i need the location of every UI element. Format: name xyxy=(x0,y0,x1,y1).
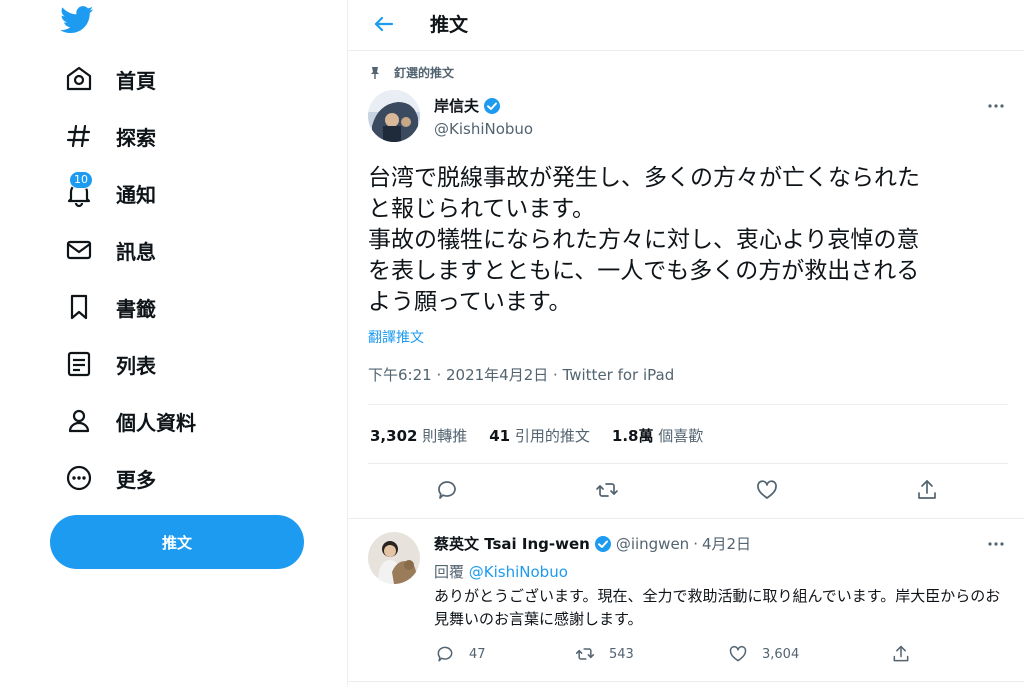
nav-label-lists: 列表 xyxy=(116,353,156,378)
nav-label-bookmarks: 書籤 xyxy=(116,296,156,321)
retweet-icon[interactable] xyxy=(595,478,619,502)
nav-label-messages: 訊息 xyxy=(116,239,156,264)
divider xyxy=(348,518,1024,519)
author-handle[interactable]: @KishiNobuo xyxy=(434,120,533,138)
reply-icon[interactable] xyxy=(435,478,459,502)
likes-label: 個喜歡 xyxy=(658,427,704,445)
replying-to: 回覆 @KishiNobuo xyxy=(434,561,568,582)
reply-icon xyxy=(437,646,453,662)
page-title: 推文 xyxy=(430,14,469,36)
person-icon xyxy=(64,406,94,436)
reply-author-handle[interactable]: @iingwen xyxy=(616,535,689,553)
translate-tweet-link[interactable]: 翻譯推文 xyxy=(368,327,424,347)
divider xyxy=(368,404,1008,405)
reply-share-button[interactable] xyxy=(891,644,911,664)
reply-retweets-count: 543 xyxy=(609,646,634,662)
page-header: 推文 xyxy=(348,0,1024,51)
pinned-label: 釘選的推文 xyxy=(394,66,455,80)
more-options-icon[interactable] xyxy=(985,95,1007,117)
list-icon xyxy=(64,349,94,379)
nav-item-more[interactable]: 更多 xyxy=(52,456,156,500)
nav-label-more: 更多 xyxy=(116,467,156,492)
pin-icon xyxy=(368,66,382,80)
notification-badge: 10 xyxy=(69,171,93,189)
verified-badge-icon xyxy=(594,535,612,553)
tweet-source-link[interactable]: Twitter for iPad xyxy=(563,366,675,384)
verified-badge-icon xyxy=(483,97,501,115)
nav-label-home: 首頁 xyxy=(116,68,156,93)
nav-label-profile: 個人資料 xyxy=(116,410,196,435)
likes-stat[interactable]: 1.8萬 個喜歡 xyxy=(612,425,703,446)
replying-to-handle[interactable]: @KishiNobuo xyxy=(469,563,568,581)
retweets-count: 3,302 xyxy=(370,427,418,445)
quotes-label: 引用的推文 xyxy=(514,427,590,445)
quotes-stat[interactable]: 41 引用的推文 xyxy=(489,425,590,446)
envelope-icon xyxy=(64,235,94,265)
replying-to-prefix: 回覆 xyxy=(434,563,469,581)
reply-reply-button[interactable]: 47 xyxy=(435,644,486,664)
reply-author-name[interactable]: 蔡英文 Tsai Ing-wen xyxy=(434,533,590,554)
compose-tweet-button[interactable]: 推文 xyxy=(50,515,304,569)
more-options-icon[interactable] xyxy=(985,533,1007,555)
share-icon xyxy=(893,645,909,662)
divider xyxy=(368,463,1008,464)
author-avatar[interactable] xyxy=(368,90,420,142)
tweet-text: 台湾で脱線事故が発生し、多くの方々が亡くなられた と報じられています。 事故の犠… xyxy=(368,165,920,315)
tweet-timestamp: 下午6:21 · 2021年4月2日 · Twitter for iPad xyxy=(368,364,674,385)
tweet-stats: 3,302 則轉推 41 引用的推文 1.8萬 個喜歡 xyxy=(370,425,725,446)
home-icon xyxy=(64,64,94,94)
like-heart-icon[interactable] xyxy=(755,478,779,502)
quotes-count: 41 xyxy=(489,427,511,445)
reply-replies-count: 47 xyxy=(469,646,486,662)
nav-label-notifications: 通知 xyxy=(116,182,156,207)
nav-item-home[interactable]: 首頁 xyxy=(52,57,156,101)
nav-item-bookmarks[interactable]: 書籤 xyxy=(52,285,156,329)
timestamp-text[interactable]: 下午6:21 · 2021年4月2日 · xyxy=(368,366,563,384)
separator-dot: · xyxy=(693,534,698,553)
back-arrow-icon[interactable] xyxy=(370,10,398,38)
nav-item-notifications[interactable]: 10 通知 xyxy=(52,171,156,215)
like-heart-icon xyxy=(729,645,747,662)
retweet-icon xyxy=(575,648,595,660)
retweets-label: 則轉推 xyxy=(422,427,468,445)
reply-name-row: 蔡英文 Tsai Ing-wen @iingwen · 4月2日 xyxy=(434,533,751,554)
bell-icon: 10 xyxy=(64,171,94,208)
nav-item-lists[interactable]: 列表 xyxy=(52,342,156,386)
nav-item-profile[interactable]: 個人資料 xyxy=(52,399,196,443)
more-circle-icon xyxy=(64,463,94,493)
reply-author-avatar[interactable] xyxy=(368,532,420,584)
author-name[interactable]: 岸信夫 xyxy=(434,95,479,116)
nav-item-messages[interactable]: 訊息 xyxy=(52,228,156,272)
nav-label-explore: 探索 xyxy=(116,125,156,150)
twitter-logo-icon[interactable] xyxy=(60,6,94,34)
retweets-stat[interactable]: 3,302 則轉推 xyxy=(370,425,467,446)
sidebar-nav: 首頁 探索 10 通知 訊息 書籤 列表 個人資料 更多 推文 xyxy=(0,0,348,686)
hashtag-icon xyxy=(64,121,94,151)
divider xyxy=(348,681,1024,682)
main-column: 推文 釘選的推文 岸信夫 @KishiNobuo 台湾で脱線事故が発生し、多くの… xyxy=(347,0,1024,686)
nav-item-explore[interactable]: 探索 xyxy=(52,114,156,158)
reply-retweet-button[interactable]: 543 xyxy=(575,644,634,664)
author-name-row: 岸信夫 xyxy=(434,95,501,116)
pinned-indicator: 釘選的推文 xyxy=(368,64,454,81)
bookmark-icon xyxy=(64,292,94,322)
likes-count: 1.8萬 xyxy=(611,427,654,445)
reply-likes-count: 3,604 xyxy=(762,646,800,662)
share-icon[interactable] xyxy=(915,478,939,502)
reply-text: ありがとうございます。現在、全力で救助活動に取り組んでいます。岸大臣からのお見舞… xyxy=(434,587,1001,628)
reply-date[interactable]: 4月2日 xyxy=(702,533,751,554)
reply-like-button[interactable]: 3,604 xyxy=(728,644,799,664)
